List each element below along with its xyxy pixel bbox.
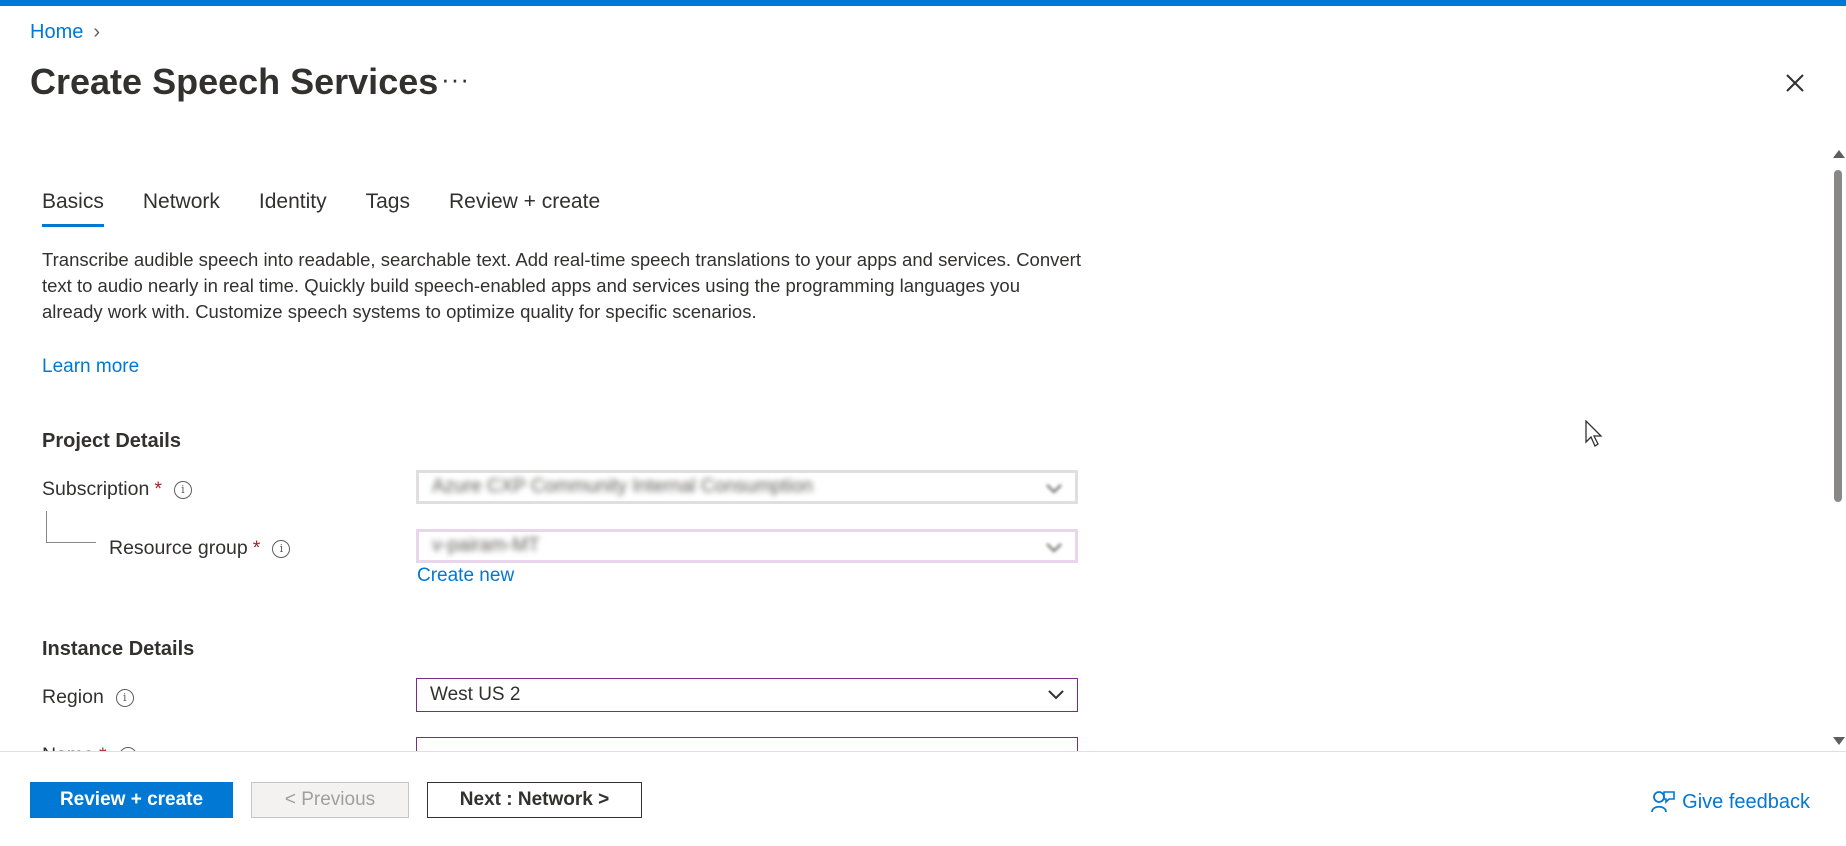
region-value: West US 2 (430, 684, 521, 705)
region-label-text: Region (42, 686, 104, 708)
give-feedback-label: Give feedback (1682, 790, 1810, 813)
give-feedback-link[interactable]: Give feedback (1650, 790, 1810, 814)
resource-group-label: Resource group * i (109, 537, 291, 560)
required-asterisk: * (252, 537, 261, 559)
scroll-thumb[interactable] (1834, 170, 1842, 502)
chevron-down-icon (1048, 690, 1064, 700)
info-icon[interactable]: i (173, 480, 192, 499)
feedback-person-icon (1651, 791, 1675, 813)
tab-strip: Basics Network Identity Tags Review + cr… (42, 190, 639, 227)
resource-group-value: v-pairam-MT (432, 535, 540, 556)
tab-network[interactable]: Network (143, 190, 220, 227)
subscription-dropdown[interactable]: Azure CXP Community Internal Consumption (416, 470, 1078, 504)
more-options-button[interactable]: ··· (441, 64, 470, 95)
form-scroll-area: Basics Network Identity Tags Review + cr… (0, 140, 1830, 752)
region-label: Region i (42, 686, 134, 709)
name-input[interactable] (416, 737, 1078, 752)
create-new-resource-group-link[interactable]: Create new (417, 565, 514, 587)
chevron-down-icon (1046, 543, 1062, 553)
project-details-heading: Project Details (42, 430, 181, 452)
page-title: Create Speech Services (30, 61, 439, 102)
subscription-value: Azure CXP Community Internal Consumption (432, 476, 813, 497)
resource-group-dropdown[interactable]: v-pairam-MT (416, 529, 1078, 563)
scroll-up-arrow-icon[interactable] (1833, 150, 1845, 158)
mouse-pointer-icon (1585, 420, 1603, 447)
tab-tags[interactable]: Tags (366, 190, 410, 227)
vertical-scrollbar[interactable] (1830, 150, 1846, 745)
breadcrumb-home-link[interactable]: Home (30, 21, 83, 44)
close-icon[interactable] (1780, 68, 1810, 98)
info-icon[interactable]: i (115, 688, 134, 707)
tab-basics[interactable]: Basics (42, 190, 104, 227)
previous-button[interactable]: < Previous (251, 782, 409, 818)
review-create-button[interactable]: Review + create (30, 782, 233, 818)
breadcrumb: Home › (30, 21, 100, 44)
chevron-down-icon (1046, 484, 1062, 494)
instance-details-heading: Instance Details (42, 638, 195, 660)
chevron-right-icon: › (93, 21, 101, 43)
portal-top-accent-bar (0, 0, 1846, 6)
resource-group-label-text: Resource group (109, 537, 248, 559)
region-dropdown[interactable]: West US 2 (416, 678, 1078, 712)
footer-bar: Review + create < Previous Next : Networ… (0, 751, 1846, 846)
tab-identity[interactable]: Identity (259, 190, 327, 227)
tab-review-create[interactable]: Review + create (449, 190, 600, 227)
scroll-down-arrow-icon[interactable] (1833, 737, 1845, 745)
subscription-label: Subscription * i (42, 478, 192, 501)
next-network-button[interactable]: Next : Network > (427, 782, 642, 818)
subscription-label-text: Subscription (42, 478, 150, 500)
info-icon[interactable]: i (272, 539, 291, 558)
learn-more-link[interactable]: Learn more (42, 356, 139, 378)
required-asterisk: * (154, 478, 162, 500)
tree-connector-horizontal (46, 542, 96, 543)
tree-connector-vertical (46, 511, 47, 543)
service-description: Transcribe audible speech into readable,… (42, 249, 1081, 322)
